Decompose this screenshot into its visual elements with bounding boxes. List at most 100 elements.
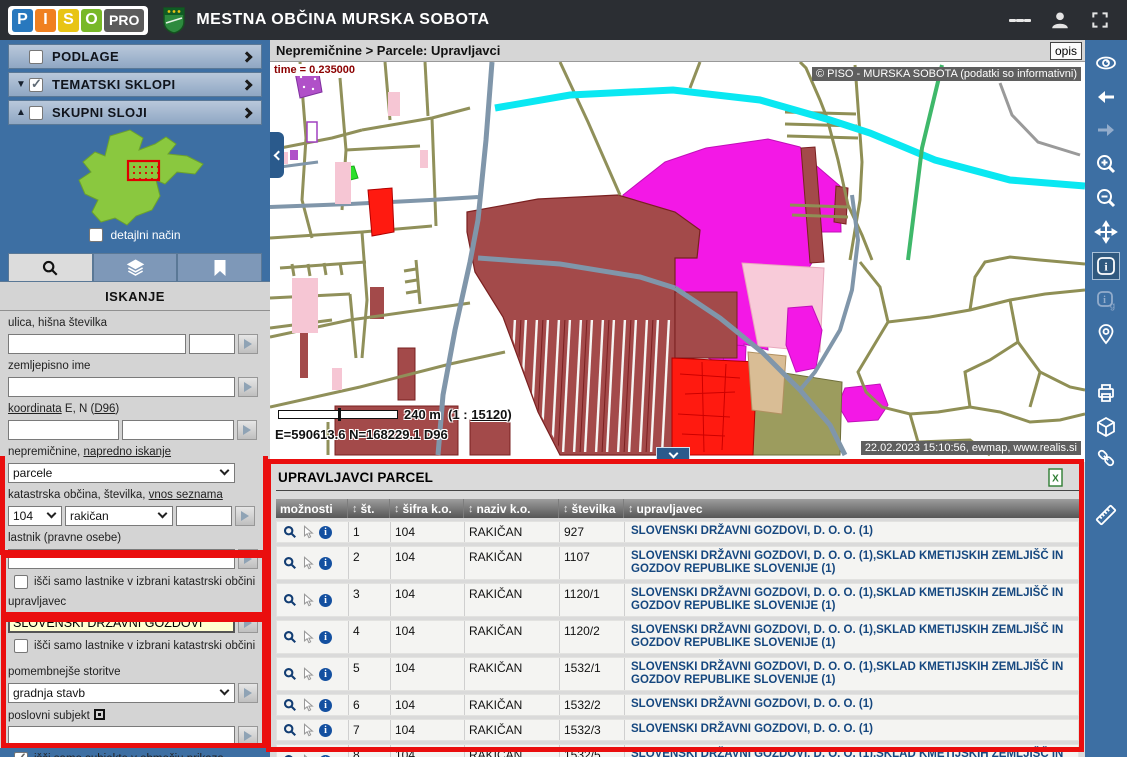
column-header-sifra[interactable]: ↕šifra k.o. bbox=[390, 499, 464, 518]
business-info-icon[interactable] bbox=[94, 709, 105, 720]
manager-link[interactable]: SLOVENSKI DRŽAVNI GOZDOVI, D. O. O. (1),… bbox=[625, 547, 1078, 579]
d96-link[interactable]: D96 bbox=[94, 403, 115, 415]
go-button[interactable] bbox=[237, 420, 257, 440]
identify-group-icon[interactable]: i g bbox=[1093, 287, 1119, 313]
manager-link[interactable]: SLOVENSKI DRŽAVNI GOZDOVI, D. O. O. (1),… bbox=[625, 584, 1078, 616]
print-icon[interactable] bbox=[1093, 380, 1119, 406]
coordinate-e-input[interactable] bbox=[8, 420, 119, 440]
sidebar-collapse-button[interactable] bbox=[270, 132, 284, 178]
manager-filter-checkbox[interactable] bbox=[14, 639, 28, 653]
house-number-input[interactable] bbox=[189, 334, 235, 354]
menu-icon[interactable] bbox=[1009, 9, 1031, 31]
user-icon[interactable] bbox=[1049, 9, 1071, 31]
owner-input[interactable] bbox=[8, 549, 235, 569]
info-icon[interactable]: i bbox=[319, 699, 332, 712]
history-back-icon[interactable] bbox=[1093, 84, 1119, 110]
go-button[interactable] bbox=[238, 549, 258, 569]
detail-mode-checkbox[interactable] bbox=[89, 228, 103, 242]
history-forward-icon[interactable] bbox=[1093, 117, 1119, 143]
expand-triangle-icon[interactable]: ▲ bbox=[13, 107, 29, 118]
panel-podlage[interactable]: PODLAGE bbox=[8, 44, 262, 69]
select-cursor-icon[interactable] bbox=[301, 556, 315, 570]
panel-tematski-sklopi[interactable]: ▼ TEMATSKI SKLOPI bbox=[8, 72, 262, 97]
tab-search[interactable] bbox=[8, 253, 93, 281]
cadastral-code-select[interactable]: 104 bbox=[8, 506, 62, 526]
cadastral-name-select[interactable]: rakičan bbox=[65, 506, 173, 526]
measure-ruler-icon[interactable] bbox=[1093, 502, 1119, 528]
share-link-icon[interactable] bbox=[1093, 445, 1119, 471]
select-cursor-icon[interactable] bbox=[301, 630, 315, 644]
services-select[interactable]: gradnja stavb bbox=[8, 683, 235, 703]
zoom-to-parcel-icon[interactable] bbox=[283, 630, 297, 644]
real-estate-select[interactable]: parcele bbox=[8, 463, 235, 483]
tab-layers[interactable] bbox=[93, 253, 178, 281]
overview-map[interactable] bbox=[35, 128, 235, 236]
manager-input[interactable] bbox=[8, 613, 235, 633]
column-header-upravljavec[interactable]: ↕upravljavec bbox=[624, 499, 1079, 518]
manager-link[interactable]: SLOVENSKI DRŽAVNI GOZDOVI, D. O. O. (1) bbox=[625, 720, 1078, 740]
scale-value-link[interactable]: 15120 bbox=[471, 407, 507, 422]
tab-bookmarks[interactable] bbox=[177, 253, 262, 281]
tematski-checkbox[interactable] bbox=[29, 78, 43, 92]
zoom-to-parcel-icon[interactable] bbox=[283, 593, 297, 607]
select-cursor-icon[interactable] bbox=[301, 525, 315, 539]
select-cursor-icon[interactable] bbox=[301, 698, 315, 712]
zoom-to-parcel-icon[interactable] bbox=[283, 667, 297, 681]
row-actions: i bbox=[277, 720, 349, 740]
column-header-st[interactable]: ↕št. bbox=[348, 499, 390, 518]
select-cursor-icon[interactable] bbox=[301, 593, 315, 607]
zoom-in-icon[interactable] bbox=[1093, 151, 1119, 177]
info-icon[interactable]: i bbox=[319, 594, 332, 607]
go-button[interactable] bbox=[238, 683, 258, 703]
zoom-out-icon[interactable] bbox=[1093, 185, 1119, 211]
list-entry-link[interactable]: vnos seznama bbox=[149, 489, 223, 501]
info-icon[interactable]: i bbox=[319, 668, 332, 681]
parcel-number-input[interactable] bbox=[176, 506, 232, 526]
zoom-to-parcel-icon[interactable] bbox=[283, 556, 297, 570]
piso-logo[interactable]: P I S O PRO bbox=[8, 6, 148, 35]
manager-link[interactable]: SLOVENSKI DRŽAVNI GOZDOVI, D. O. O. (1) bbox=[625, 522, 1078, 542]
info-icon[interactable]: i bbox=[319, 526, 332, 539]
zoom-to-parcel-icon[interactable] bbox=[283, 723, 297, 737]
fullscreen-icon[interactable] bbox=[1089, 9, 1111, 31]
skupni-checkbox[interactable] bbox=[29, 106, 43, 120]
street-input[interactable] bbox=[8, 334, 186, 354]
collapse-triangle-icon[interactable]: ▼ bbox=[13, 79, 29, 90]
go-button[interactable] bbox=[238, 613, 258, 633]
column-header-stevilka[interactable]: ↕številka bbox=[559, 499, 624, 518]
coordinate-n-input[interactable] bbox=[122, 420, 234, 440]
excel-export-icon[interactable]: X bbox=[1048, 468, 1063, 487]
info-icon[interactable]: i bbox=[319, 724, 332, 737]
manager-link[interactable]: SLOVENSKI DRŽAVNI GOZDOVI, D. O. O. (1),… bbox=[625, 658, 1078, 690]
info-icon[interactable]: i bbox=[319, 631, 332, 644]
advanced-search-link[interactable]: napredno iskanje bbox=[83, 446, 171, 458]
owner-filter-checkbox[interactable] bbox=[14, 575, 28, 589]
business-input[interactable] bbox=[8, 726, 235, 746]
go-button[interactable] bbox=[238, 377, 258, 397]
go-button[interactable] bbox=[235, 506, 255, 526]
zoom-to-parcel-icon[interactable] bbox=[283, 698, 297, 712]
results-collapse-button[interactable] bbox=[656, 447, 690, 462]
go-button[interactable] bbox=[238, 726, 258, 746]
podlage-checkbox[interactable] bbox=[29, 50, 43, 64]
manager-link[interactable]: SLOVENSKI DRŽAVNI GOZDOVI, D. O. O. (1) bbox=[625, 695, 1078, 715]
locate-pin-icon[interactable] bbox=[1093, 321, 1119, 347]
select-cursor-icon[interactable] bbox=[301, 667, 315, 681]
geo-name-input[interactable] bbox=[8, 377, 235, 397]
go-button[interactable] bbox=[238, 334, 258, 354]
visibility-eye-icon[interactable] bbox=[1093, 50, 1119, 76]
manager-link[interactable]: SLOVENSKI DRŽAVNI GOZDOVI, D. O. O. (1),… bbox=[625, 745, 1078, 757]
pan-move-icon[interactable] bbox=[1093, 219, 1119, 245]
info-icon[interactable]: i bbox=[319, 557, 332, 570]
map-canvas[interactable]: time = 0.235000 © PISO - MURSKA SOBOTA (… bbox=[270, 62, 1085, 462]
identify-info-icon[interactable]: i bbox=[1093, 253, 1119, 279]
select-cursor-icon[interactable] bbox=[301, 723, 315, 737]
description-button[interactable]: opis bbox=[1050, 42, 1082, 60]
manager-link[interactable]: SLOVENSKI DRŽAVNI GOZDOVI, D. O. O. (1),… bbox=[625, 621, 1078, 653]
zoom-to-parcel-icon[interactable] bbox=[283, 525, 297, 539]
business-area-checkbox[interactable] bbox=[14, 752, 28, 757]
3d-view-icon[interactable] bbox=[1093, 414, 1119, 440]
panel-skupni-sloji[interactable]: ▲ SKUPNI SLOJI bbox=[8, 100, 262, 125]
coordinate-link[interactable]: koordinata bbox=[8, 403, 62, 415]
column-header-naziv[interactable]: ↕naziv k.o. bbox=[464, 499, 559, 518]
